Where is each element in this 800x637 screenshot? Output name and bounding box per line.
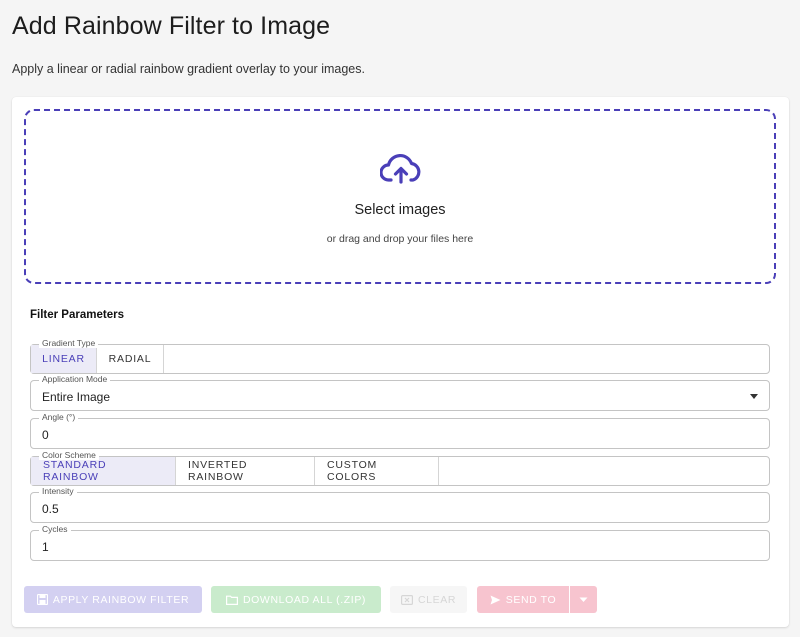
color-scheme-toggle: STANDARD RAINBOW INVERTED RAINBOW CUSTOM…	[31, 457, 439, 485]
cloud-upload-icon	[380, 154, 421, 184]
gradient-linear-option[interactable]: LINEAR	[31, 345, 97, 373]
page-title: Add Rainbow Filter to Image	[12, 12, 331, 40]
cycles-input[interactable]: Cycles 1	[30, 524, 770, 561]
intensity-label: Intensity	[39, 486, 77, 496]
dropdown-arrow-icon	[750, 394, 758, 399]
save-icon	[36, 594, 48, 605]
gradient-type-label: Gradient Type	[39, 338, 99, 348]
send-to-button[interactable]: SEND TO	[477, 586, 569, 613]
color-custom-colors-option[interactable]: CUSTOM COLORS	[315, 457, 439, 485]
send-button-label: SEND TO	[505, 593, 557, 606]
dropzone-subtitle: or drag and drop your files here	[326, 233, 474, 245]
color-inverted-rainbow-option[interactable]: INVERTED RAINBOW	[176, 457, 315, 485]
clear-button-label: CLEAR	[417, 593, 456, 606]
application-mode-value: Entire Image	[42, 390, 111, 404]
color-standard-rainbow-option[interactable]: STANDARD RAINBOW	[31, 457, 176, 485]
download-button-label: DOWNLOAD ALL (.ZIP)	[242, 593, 367, 606]
chevron-down-icon	[579, 597, 588, 602]
color-scheme-label: Color Scheme	[39, 450, 99, 460]
page-subtitle: Apply a linear or radial rainbow gradien…	[12, 62, 365, 76]
folder-zip-icon	[225, 595, 238, 605]
angle-value: 0	[42, 428, 49, 442]
send-icon	[490, 595, 501, 604]
download-all-zip-button[interactable]: DOWNLOAD ALL (.ZIP)	[211, 586, 381, 613]
clear-icon	[400, 594, 413, 605]
dropzone-title: Select images	[354, 202, 446, 218]
cycles-label: Cycles	[39, 524, 71, 534]
color-scheme-field: STANDARD RAINBOW INVERTED RAINBOW CUSTOM…	[30, 450, 770, 486]
application-mode-select[interactable]: Application Mode Entire Image	[30, 374, 770, 411]
intensity-value: 0.5	[42, 502, 59, 516]
apply-button-label: APPLY RAINBOW FILTER	[52, 593, 190, 606]
intensity-input[interactable]: Intensity 0.5	[30, 486, 770, 523]
send-to-menu-button[interactable]	[570, 586, 597, 613]
gradient-type-field: LINEAR RADIAL Gradient Type	[30, 338, 770, 374]
gradient-type-toggle: LINEAR RADIAL	[31, 345, 164, 373]
apply-rainbow-filter-button[interactable]: APPLY RAINBOW FILTER	[24, 586, 202, 613]
cycles-value: 1	[42, 540, 49, 554]
application-mode-label: Application Mode	[39, 374, 111, 384]
angle-input[interactable]: Angle (°) 0	[30, 412, 770, 449]
angle-label: Angle (°)	[39, 412, 79, 422]
gradient-radial-option[interactable]: RADIAL	[97, 345, 164, 373]
image-dropzone[interactable]: Select images or drag and drop your file…	[24, 109, 776, 284]
clear-button[interactable]: CLEAR	[390, 586, 467, 613]
main-card: Select images or drag and drop your file…	[12, 97, 789, 627]
filter-parameters-heading: Filter Parameters	[30, 309, 124, 321]
